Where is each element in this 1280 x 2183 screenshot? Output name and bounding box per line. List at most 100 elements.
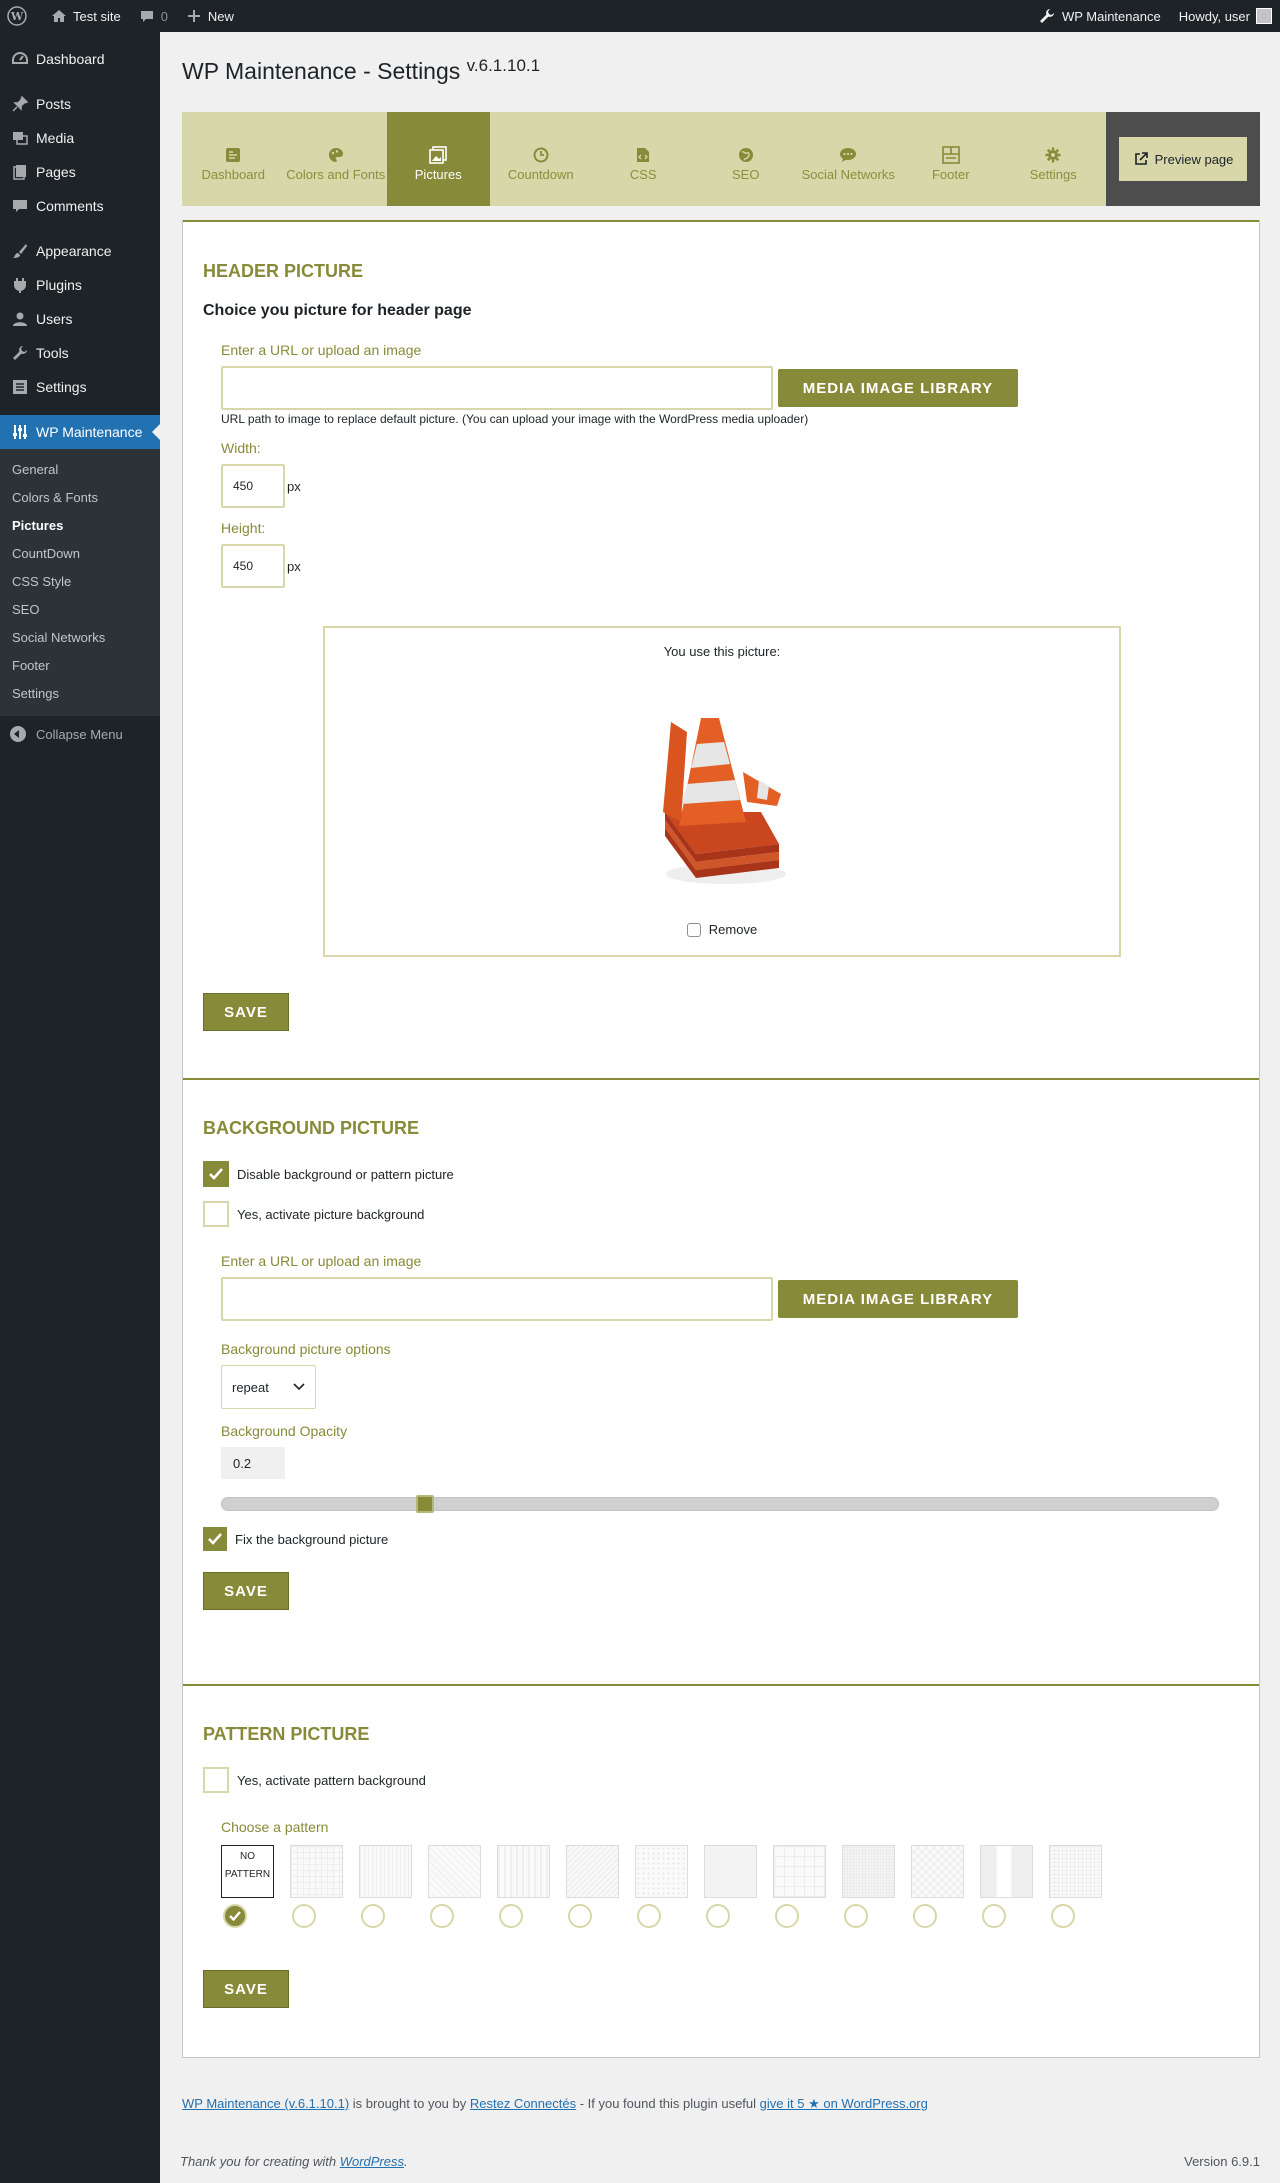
background-url-input[interactable] bbox=[221, 1277, 773, 1321]
sidebar-item-dashboard[interactable]: Dashboard bbox=[0, 42, 160, 76]
pattern-radio[interactable] bbox=[499, 1904, 523, 1928]
remove-checkbox[interactable] bbox=[686, 922, 701, 937]
submenu-general[interactable]: General bbox=[0, 456, 160, 484]
plugin-link[interactable]: WP Maintenance (v.6.1.10.1) bbox=[182, 2096, 349, 2111]
sidebar-item-comments[interactable]: Comments bbox=[0, 189, 160, 223]
collapse-menu-button[interactable]: Collapse Menu bbox=[0, 716, 160, 752]
plugin-menu-link[interactable]: WP Maintenance bbox=[1029, 0, 1170, 32]
preview-page-button[interactable]: Preview page bbox=[1118, 137, 1248, 181]
account-menu[interactable]: Howdy, user bbox=[1170, 0, 1280, 32]
pattern-option[interactable] bbox=[773, 1845, 842, 1928]
media-image-library-button[interactable]: MEDIA IMAGE LIBRARY bbox=[778, 369, 1018, 407]
pattern-radio[interactable] bbox=[568, 1904, 592, 1928]
sidebar-item-settings[interactable]: Settings bbox=[0, 370, 160, 404]
submenu-pictures[interactable]: Pictures bbox=[0, 512, 160, 540]
submenu-social-networks[interactable]: Social Networks bbox=[0, 624, 160, 652]
save-button[interactable]: SAVE bbox=[203, 1572, 289, 1610]
settings-tabs: Dashboard Colors and Fonts Pictures Coun… bbox=[182, 112, 1260, 206]
credit-text: is brought to you by bbox=[349, 2096, 470, 2111]
sidebar-item-users[interactable]: Users bbox=[0, 302, 160, 336]
sidebar-item-tools[interactable]: Tools bbox=[0, 336, 160, 370]
pattern-swatch[interactable] bbox=[704, 1845, 757, 1898]
pattern-radio[interactable] bbox=[1051, 1904, 1075, 1928]
author-link[interactable]: Restez Connectés bbox=[470, 2096, 576, 2111]
submenu-settings[interactable]: Settings bbox=[0, 680, 160, 708]
pattern-radio[interactable] bbox=[430, 1904, 454, 1928]
pattern-option[interactable] bbox=[497, 1845, 566, 1928]
tab-css[interactable]: CSS bbox=[592, 112, 695, 206]
submenu-colors-fonts[interactable]: Colors & Fonts bbox=[0, 484, 160, 512]
new-content-link[interactable]: New bbox=[177, 0, 243, 32]
fix-background-checkbox[interactable] bbox=[203, 1527, 227, 1551]
sidebar-item-plugins[interactable]: Plugins bbox=[0, 268, 160, 302]
sidebar-item-appearance[interactable]: Appearance bbox=[0, 234, 160, 268]
tab-colors-fonts[interactable]: Colors and Fonts bbox=[285, 112, 388, 206]
background-options-select[interactable]: repeat bbox=[221, 1365, 316, 1409]
pattern-swatch[interactable] bbox=[359, 1845, 412, 1898]
tab-pictures[interactable]: Pictures bbox=[387, 112, 490, 206]
comments-link[interactable]: 0 bbox=[130, 0, 177, 32]
pattern-option[interactable] bbox=[704, 1845, 773, 1928]
pattern-swatch[interactable] bbox=[566, 1845, 619, 1898]
pattern-option[interactable]: NO PATTERN bbox=[221, 1845, 290, 1928]
pattern-swatch[interactable] bbox=[1049, 1845, 1102, 1898]
pattern-swatch[interactable] bbox=[911, 1845, 964, 1898]
pattern-option[interactable] bbox=[911, 1845, 980, 1928]
pattern-option[interactable] bbox=[428, 1845, 497, 1928]
sidebar-item-wp-maintenance[interactable]: WP Maintenance bbox=[0, 415, 160, 449]
header-url-input[interactable] bbox=[221, 366, 773, 410]
pattern-option[interactable] bbox=[290, 1845, 359, 1928]
pattern-option[interactable] bbox=[566, 1845, 635, 1928]
opacity-slider-handle[interactable] bbox=[416, 1495, 435, 1513]
tab-seo[interactable]: SEO bbox=[695, 112, 798, 206]
pattern-radio[interactable] bbox=[982, 1904, 1006, 1928]
pattern-swatch[interactable] bbox=[428, 1845, 481, 1898]
pattern-option[interactable] bbox=[842, 1845, 911, 1928]
tab-dashboard[interactable]: Dashboard bbox=[182, 112, 285, 206]
opacity-input[interactable]: 0.2 bbox=[221, 1447, 285, 1479]
pattern-swatch[interactable] bbox=[842, 1845, 895, 1898]
activate-pattern-checkbox[interactable] bbox=[203, 1767, 229, 1793]
pattern-swatch[interactable] bbox=[290, 1845, 343, 1898]
pattern-radio[interactable] bbox=[292, 1904, 316, 1928]
sidebar-item-media[interactable]: Media bbox=[0, 121, 160, 155]
wordpress-logo-icon[interactable]: W bbox=[0, 0, 42, 32]
opacity-slider[interactable] bbox=[221, 1495, 1219, 1513]
tab-footer[interactable]: Footer bbox=[900, 112, 1003, 206]
pattern-swatch[interactable] bbox=[635, 1845, 688, 1898]
pattern-radio[interactable] bbox=[913, 1904, 937, 1928]
save-button[interactable]: SAVE bbox=[203, 1970, 289, 2008]
submenu-seo[interactable]: SEO bbox=[0, 596, 160, 624]
site-name-link[interactable]: Test site bbox=[42, 0, 130, 32]
height-input[interactable]: 450 bbox=[221, 544, 285, 588]
pattern-radio[interactable] bbox=[844, 1904, 868, 1928]
no-pattern-swatch[interactable]: NO PATTERN bbox=[221, 1845, 274, 1898]
tab-countdown[interactable]: Countdown bbox=[490, 112, 593, 206]
pattern-radio[interactable] bbox=[775, 1904, 799, 1928]
pattern-radio[interactable] bbox=[706, 1904, 730, 1928]
save-button[interactable]: SAVE bbox=[203, 993, 289, 1031]
media-image-library-button[interactable]: MEDIA IMAGE LIBRARY bbox=[778, 1280, 1018, 1318]
disable-background-checkbox[interactable] bbox=[203, 1161, 229, 1187]
tab-settings[interactable]: Settings bbox=[1002, 112, 1105, 206]
pattern-radio[interactable] bbox=[361, 1904, 385, 1928]
pattern-swatch[interactable] bbox=[773, 1845, 826, 1898]
pattern-option[interactable] bbox=[1049, 1845, 1118, 1928]
wordpress-link[interactable]: WordPress bbox=[340, 2154, 404, 2169]
pattern-option[interactable] bbox=[635, 1845, 704, 1928]
width-input[interactable]: 450 bbox=[221, 464, 285, 508]
tab-social-networks[interactable]: Social Networks bbox=[797, 112, 900, 206]
activate-background-checkbox[interactable] bbox=[203, 1201, 229, 1227]
pattern-swatch[interactable] bbox=[980, 1845, 1033, 1898]
submenu-css-style[interactable]: CSS Style bbox=[0, 568, 160, 596]
rate-link[interactable]: give it 5 ★ on WordPress.org bbox=[760, 2096, 928, 2111]
pattern-radio[interactable] bbox=[637, 1904, 661, 1928]
submenu-footer[interactable]: Footer bbox=[0, 652, 160, 680]
sidebar-item-posts[interactable]: Posts bbox=[0, 87, 160, 121]
pattern-radio-selected[interactable] bbox=[223, 1904, 247, 1928]
pattern-option[interactable] bbox=[359, 1845, 428, 1928]
pattern-swatch[interactable] bbox=[497, 1845, 550, 1898]
sidebar-item-pages[interactable]: Pages bbox=[0, 155, 160, 189]
pattern-option[interactable] bbox=[980, 1845, 1049, 1928]
submenu-countdown[interactable]: CountDown bbox=[0, 540, 160, 568]
